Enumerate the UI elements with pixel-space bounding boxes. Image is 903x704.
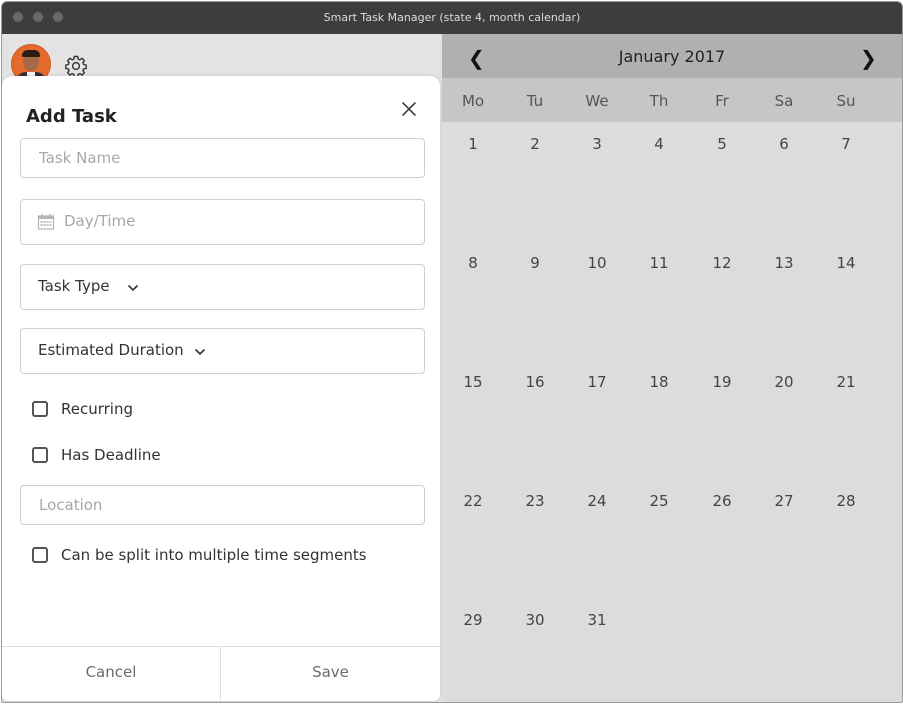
cancel-button[interactable]: Cancel	[2, 647, 221, 701]
calendar-icon	[37, 214, 55, 230]
estimated-duration-label: Estimated Duration	[38, 341, 184, 359]
calendar-day[interactable]: 31	[566, 611, 628, 629]
weekday-row: Mo Tu We Th Fr Sa Su	[442, 78, 902, 122]
dialog-title: Add Task	[26, 106, 117, 127]
calendar-day[interactable]: 4	[628, 135, 690, 153]
task-name-placeholder: Task Name	[39, 149, 121, 167]
calendar-day[interactable]: 22	[442, 492, 504, 510]
split-segments-checkbox[interactable]	[32, 547, 48, 563]
recurring-label: Recurring	[61, 400, 133, 418]
add-task-dialog: Add Task Task Name Day/Time Task Type Es…	[2, 76, 440, 701]
weekday-label: Fr	[715, 92, 729, 110]
day-time-input[interactable]: Day/Time	[20, 199, 425, 245]
calendar-day[interactable]: 10	[566, 254, 628, 272]
task-name-input[interactable]: Task Name	[20, 138, 425, 178]
calendar-day[interactable]: 24	[566, 492, 628, 510]
calendar-day[interactable]: 9	[504, 254, 566, 272]
calendar-day[interactable]: 18	[628, 373, 690, 391]
calendar-day[interactable]: 27	[753, 492, 815, 510]
save-button[interactable]: Save	[221, 647, 440, 701]
calendar-day[interactable]: 15	[442, 373, 504, 391]
calendar-day[interactable]: 16	[504, 373, 566, 391]
day-time-placeholder: Day/Time	[64, 212, 136, 230]
next-month-button[interactable]: ❯	[860, 46, 877, 70]
left-toolbar	[2, 34, 442, 84]
weekday-label: We	[585, 92, 609, 110]
weekday-label: Tu	[526, 92, 544, 110]
calendar-day[interactable]: 26	[691, 492, 753, 510]
chevron-down-icon	[127, 284, 139, 292]
calendar-day[interactable]: 11	[628, 254, 690, 272]
calendar-day[interactable]: 23	[504, 492, 566, 510]
calendar-day[interactable]: 19	[691, 373, 753, 391]
calendar-day[interactable]: 13	[753, 254, 815, 272]
window-title: Smart Task Manager (state 4, month calen…	[323, 11, 581, 24]
weekday-label: Su	[836, 92, 856, 110]
recurring-checkbox[interactable]	[32, 401, 48, 417]
calendar-day[interactable]: 20	[753, 373, 815, 391]
title-bar: Smart Task Manager (state 4, month calen…	[2, 2, 902, 34]
month-label: January 2017	[618, 47, 726, 66]
chevron-down-icon	[194, 348, 206, 356]
gear-icon[interactable]	[64, 54, 88, 78]
calendar-header: ❮ January 2017 ❯	[442, 34, 902, 78]
calendar-day[interactable]: 6	[753, 135, 815, 153]
weekday-label: Sa	[774, 92, 794, 110]
task-type-select[interactable]: Task Type	[20, 264, 425, 310]
weekday-label: Th	[649, 92, 669, 110]
calendar-day[interactable]: 12	[691, 254, 753, 272]
close-icon[interactable]	[400, 100, 418, 118]
calendar-day[interactable]: 21	[815, 373, 877, 391]
location-input[interactable]: Location	[20, 485, 425, 525]
calendar-day[interactable]: 28	[815, 492, 877, 510]
calendar-day[interactable]: 7	[815, 135, 877, 153]
has-deadline-checkbox[interactable]	[32, 447, 48, 463]
calendar-day[interactable]: 17	[566, 373, 628, 391]
task-type-label: Task Type	[38, 277, 110, 295]
calendar-day[interactable]: 2	[504, 135, 566, 153]
app-window: Smart Task Manager (state 4, month calen…	[1, 1, 903, 703]
calendar-day[interactable]: 1	[442, 135, 504, 153]
calendar-day[interactable]: 3	[566, 135, 628, 153]
location-placeholder: Location	[39, 496, 103, 514]
estimated-duration-select[interactable]: Estimated Duration	[20, 328, 425, 374]
calendar-day[interactable]: 8	[442, 254, 504, 272]
has-deadline-label: Has Deadline	[61, 446, 161, 464]
calendar-day[interactable]: 29	[442, 611, 504, 629]
calendar-day[interactable]: 5	[691, 135, 753, 153]
split-segments-label: Can be split into multiple time segments	[61, 546, 367, 564]
calendar-day[interactable]: 25	[628, 492, 690, 510]
dialog-footer: Cancel Save	[2, 646, 440, 701]
weekday-label: Mo	[461, 92, 485, 110]
month-calendar: ❮ January 2017 ❯ Mo Tu We Th Fr Sa Su 1 …	[442, 34, 902, 702]
calendar-day[interactable]: 30	[504, 611, 566, 629]
calendar-day[interactable]: 14	[815, 254, 877, 272]
